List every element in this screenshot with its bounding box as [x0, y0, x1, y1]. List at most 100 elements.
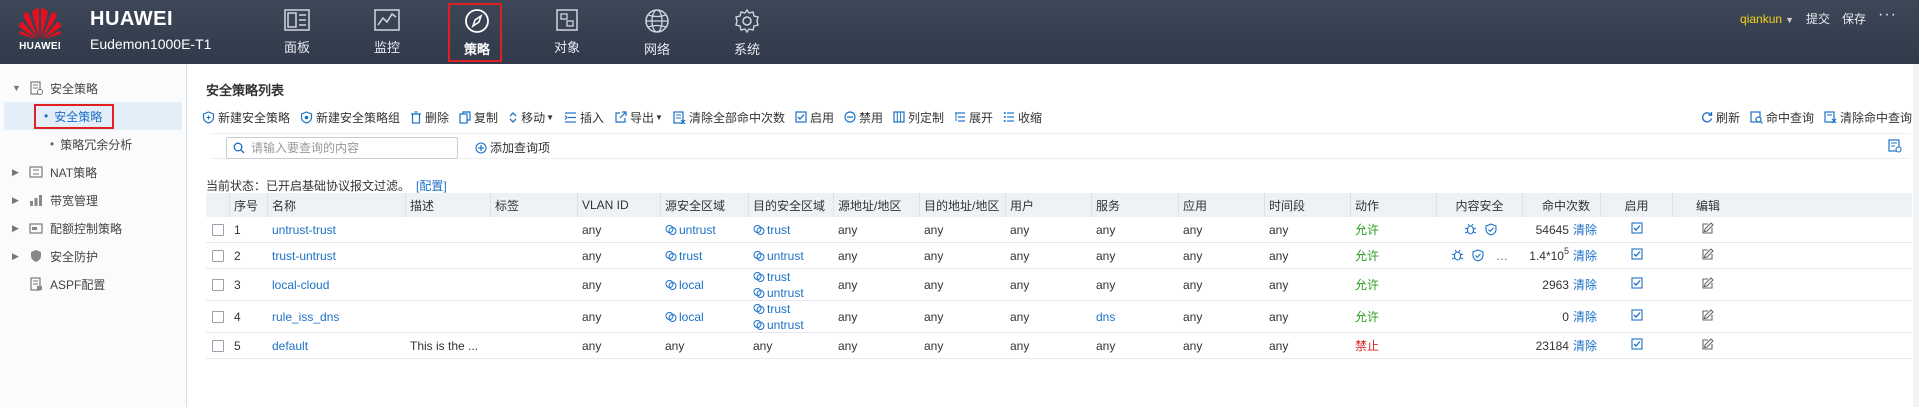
sidebar-item-security-policy[interactable]: ▼ 安全策略 — [0, 74, 186, 102]
edit-button[interactable] — [1702, 309, 1714, 324]
header-no[interactable]: 序号 — [230, 193, 268, 217]
row-checkbox[interactable] — [212, 223, 224, 236]
header-content-security[interactable]: 内容安全 — [1437, 193, 1523, 217]
add-query-item-button[interactable]: 添加查询项 — [475, 139, 550, 156]
hit-query-button[interactable]: 命中查询 — [1750, 109, 1814, 126]
zone-item[interactable]: trust — [665, 248, 702, 264]
refresh-button[interactable]: 刷新 — [1701, 109, 1740, 126]
policy-name-link[interactable]: local-cloud — [272, 278, 329, 292]
zone-item[interactable]: trust — [753, 301, 804, 317]
edit-button[interactable] — [1702, 248, 1714, 263]
new-policy-button[interactable]: 新建安全策略 — [202, 109, 290, 126]
header-vlan[interactable]: VLAN ID — [578, 193, 661, 217]
zone-item[interactable]: untrust — [753, 285, 804, 301]
enabled-checkbox[interactable] — [1631, 338, 1643, 353]
enable-button[interactable]: 启用 — [795, 109, 834, 126]
header-action[interactable]: 动作 — [1351, 193, 1437, 217]
header-hits[interactable]: 命中次数 — [1523, 193, 1601, 217]
zone-item[interactable]: trust — [753, 269, 804, 285]
header-desc[interactable]: 描述 — [406, 193, 491, 217]
new-policy-group-button[interactable]: 新建安全策略组 — [300, 109, 400, 126]
zone-item[interactable]: untrust — [753, 317, 804, 333]
submit-link[interactable]: 提交 — [1806, 10, 1830, 27]
table-row[interactable]: 4 rule_iss_dns any local trust untrust any any a… — [206, 301, 1912, 333]
table-row[interactable]: 3 local-cloud any local trust untrust any any an… — [206, 269, 1912, 301]
nav-policy[interactable]: 策略 — [432, 0, 522, 64]
sidebar-item-nat[interactable]: ▶ NAT策略 — [0, 158, 186, 186]
row-checkbox[interactable] — [212, 278, 224, 291]
delete-button[interactable]: 删除 — [410, 109, 449, 126]
row-checkbox[interactable] — [212, 249, 224, 262]
clear-hits-link[interactable]: 清除 — [1573, 337, 1597, 354]
sidebar-item-security-policy-list[interactable]: • 安全策略 — [4, 102, 182, 130]
policy-name-link[interactable]: rule_iss_dns — [272, 310, 339, 324]
policy-name-link[interactable]: untrust-trust — [272, 223, 336, 237]
nav-dashboard[interactable]: 面板 — [252, 0, 342, 64]
header-src-zone[interactable]: 源安全区域 — [661, 193, 749, 217]
clear-hits-link[interactable]: 清除 — [1573, 276, 1597, 293]
nav-network[interactable]: 网络 — [612, 0, 702, 64]
zone-item[interactable]: untrust — [753, 248, 804, 264]
clear-hits-link[interactable]: 清除 — [1573, 221, 1597, 238]
content-security-profiles[interactable]: … — [1451, 249, 1509, 263]
edit-button[interactable] — [1702, 277, 1714, 292]
save-link[interactable]: 保存 — [1842, 10, 1866, 27]
zone-item[interactable]: trust — [753, 222, 790, 238]
header-src-addr[interactable]: 源地址/地区 — [834, 193, 920, 217]
caret-right-icon[interactable]: ▶ — [12, 195, 28, 206]
caret-right-icon[interactable]: ▶ — [12, 167, 28, 178]
scrollbar[interactable] — [1913, 64, 1919, 407]
edit-button[interactable] — [1702, 222, 1714, 237]
enabled-checkbox[interactable] — [1631, 309, 1643, 324]
column-settings-button[interactable] — [1888, 139, 1902, 156]
header-enabled[interactable]: 启用 — [1601, 193, 1673, 217]
enabled-checkbox[interactable] — [1631, 248, 1643, 263]
sidebar-item-protection[interactable]: ▶ 安全防护 — [0, 242, 186, 270]
sidebar-item-aspf[interactable]: ASPF配置 — [0, 270, 186, 298]
enabled-checkbox[interactable] — [1631, 222, 1643, 237]
clear-all-hits-button[interactable]: 清除全部命中次数 — [673, 109, 785, 126]
clear-hit-query-button[interactable]: 清除命中查询 — [1824, 109, 1912, 126]
collapse-button[interactable]: 收缩 — [1003, 109, 1042, 126]
header-dst-zone[interactable]: 目的安全区域 — [749, 193, 834, 217]
zone-item[interactable]: local — [665, 309, 704, 325]
row-service[interactable]: dns — [1096, 310, 1115, 324]
caret-right-icon[interactable]: ▶ — [12, 223, 28, 234]
caret-down-icon[interactable]: ▼ — [12, 83, 28, 93]
policy-name-link[interactable]: trust-untrust — [272, 249, 336, 263]
header-name[interactable]: 名称 — [268, 193, 406, 217]
disable-button[interactable]: 禁用 — [844, 109, 883, 126]
move-button[interactable]: 移动 ▼ — [508, 109, 554, 126]
config-link[interactable]: [配置] — [416, 179, 447, 193]
sidebar-item-quota[interactable]: ▶ 配额控制策略 — [0, 214, 186, 242]
header-dst-addr[interactable]: 目的地址/地区 — [920, 193, 1006, 217]
table-row[interactable]: 1 untrust-trust any untrust trust any any any an… — [206, 217, 1912, 243]
custom-columns-button[interactable]: 列定制 — [893, 109, 944, 126]
nav-system[interactable]: 系统 — [702, 0, 792, 64]
nav-object[interactable]: 对象 — [522, 0, 612, 64]
expand-button[interactable]: 展开 — [954, 109, 993, 126]
header-tag[interactable]: 标签 — [491, 193, 578, 217]
zone-item[interactable]: local — [665, 277, 704, 293]
nav-monitor[interactable]: 监控 — [342, 0, 432, 64]
row-checkbox[interactable] — [212, 339, 224, 352]
sidebar-item-redundancy-analysis[interactable]: • 策略冗余分析 — [0, 130, 186, 158]
clear-hits-link[interactable]: 清除 — [1573, 308, 1597, 325]
copy-button[interactable]: 复制 — [459, 109, 498, 126]
row-checkbox[interactable] — [212, 310, 224, 323]
content-security-profiles[interactable] — [1464, 223, 1497, 236]
table-row[interactable]: 2 trust-untrust any trust untrust any any any an… — [206, 243, 1912, 269]
insert-button[interactable]: 插入 — [564, 109, 604, 126]
enabled-checkbox[interactable] — [1631, 277, 1643, 292]
user-menu[interactable]: qiankun ▼ — [1740, 12, 1794, 26]
zone-item[interactable]: untrust — [665, 222, 716, 238]
caret-right-icon[interactable]: ▶ — [12, 251, 28, 262]
clear-hits-link[interactable]: 清除 — [1573, 247, 1597, 264]
edit-button[interactable] — [1702, 338, 1714, 353]
table-row[interactable]: 5 default This is the ... any any any any any an… — [206, 333, 1912, 359]
header-service[interactable]: 服务 — [1092, 193, 1179, 217]
more-menu-icon[interactable]: ··· — [1878, 6, 1897, 24]
sidebar-item-bandwidth[interactable]: ▶ 带宽管理 — [0, 186, 186, 214]
header-edit[interactable]: 编辑 — [1673, 193, 1743, 217]
header-app[interactable]: 应用 — [1179, 193, 1265, 217]
